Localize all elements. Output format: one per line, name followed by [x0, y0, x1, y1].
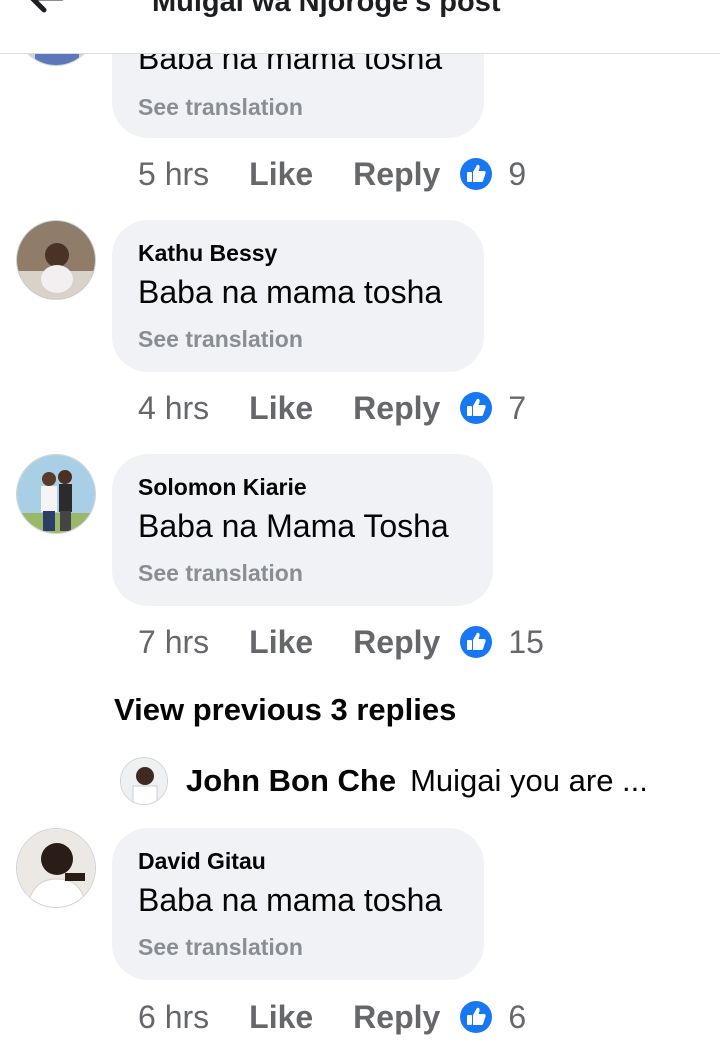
comment-actions: 5 hrs Like Reply 9	[138, 154, 526, 194]
like-reaction-icon[interactable]	[460, 392, 493, 424]
avatar[interactable]	[16, 828, 96, 908]
back-arrow-icon[interactable]	[22, 0, 70, 18]
reply-preview[interactable]: John Bon Che Muigai you are ...	[120, 756, 648, 806]
avatar[interactable]	[120, 757, 168, 805]
view-previous-replies-link[interactable]: View previous 3 replies	[114, 692, 456, 728]
reply-button[interactable]: Reply	[353, 156, 440, 193]
reply-button[interactable]: Reply	[353, 624, 440, 661]
comment-timestamp: 5 hrs	[138, 155, 210, 192]
reply-button[interactable]: Reply	[353, 999, 440, 1036]
like-button[interactable]: Like	[249, 624, 313, 661]
see-translation-link[interactable]: See translation	[138, 560, 303, 587]
like-reaction-icon[interactable]	[460, 158, 493, 190]
comment-actions: 6 hrs Like Reply 6	[138, 997, 526, 1037]
reply-author[interactable]: John Bon Che	[186, 763, 396, 799]
reply-button[interactable]: Reply	[353, 390, 440, 427]
comment-timestamp: 4 hrs	[138, 389, 210, 426]
comment-author[interactable]: David Gitau	[138, 848, 266, 875]
see-translation-link[interactable]: See translation	[138, 934, 303, 961]
see-translation-link[interactable]: See translation	[138, 94, 303, 121]
like-reaction-icon[interactable]	[460, 626, 493, 658]
avatar[interactable]	[16, 220, 96, 300]
like-reaction-icon[interactable]	[460, 1001, 493, 1033]
comment-bubble: Kathu Bessy Baba na mama tosha See trans…	[112, 220, 484, 372]
reaction-count[interactable]: 6	[508, 999, 526, 1036]
post-header: Muigai wa Njoroge's post	[0, 0, 720, 54]
like-button[interactable]: Like	[249, 156, 313, 193]
page-title: Muigai wa Njoroge's post	[152, 0, 501, 18]
comment-text: Baba na Mama Tosha	[138, 508, 449, 544]
comment-actions: 4 hrs Like Reply 7	[138, 388, 526, 428]
like-button[interactable]: Like	[249, 390, 313, 427]
comment-text: Baba na mama tosha	[138, 274, 443, 310]
comment-actions: 7 hrs Like Reply 15	[138, 622, 544, 662]
comment-text: Baba na mama tosha	[138, 882, 443, 918]
comment-timestamp: 6 hrs	[138, 998, 210, 1035]
reaction-count[interactable]: 15	[508, 624, 544, 661]
comment-author[interactable]: Kathu Bessy	[138, 240, 277, 267]
like-button[interactable]: Like	[249, 999, 313, 1036]
reaction-count[interactable]: 9	[508, 156, 526, 193]
comment-bubble: Solomon Kiarie Baba na Mama Tosha See tr…	[112, 454, 493, 606]
reply-preview-text: Muigai you are ...	[410, 763, 648, 798]
reaction-count[interactable]: 7	[508, 390, 526, 427]
avatar[interactable]	[16, 454, 96, 534]
see-translation-link[interactable]: See translation	[138, 326, 303, 353]
comment-timestamp: 7 hrs	[138, 623, 210, 660]
comment-author[interactable]: Solomon Kiarie	[138, 474, 307, 501]
comment-bubble: David Gitau Baba na mama tosha See trans…	[112, 828, 484, 980]
